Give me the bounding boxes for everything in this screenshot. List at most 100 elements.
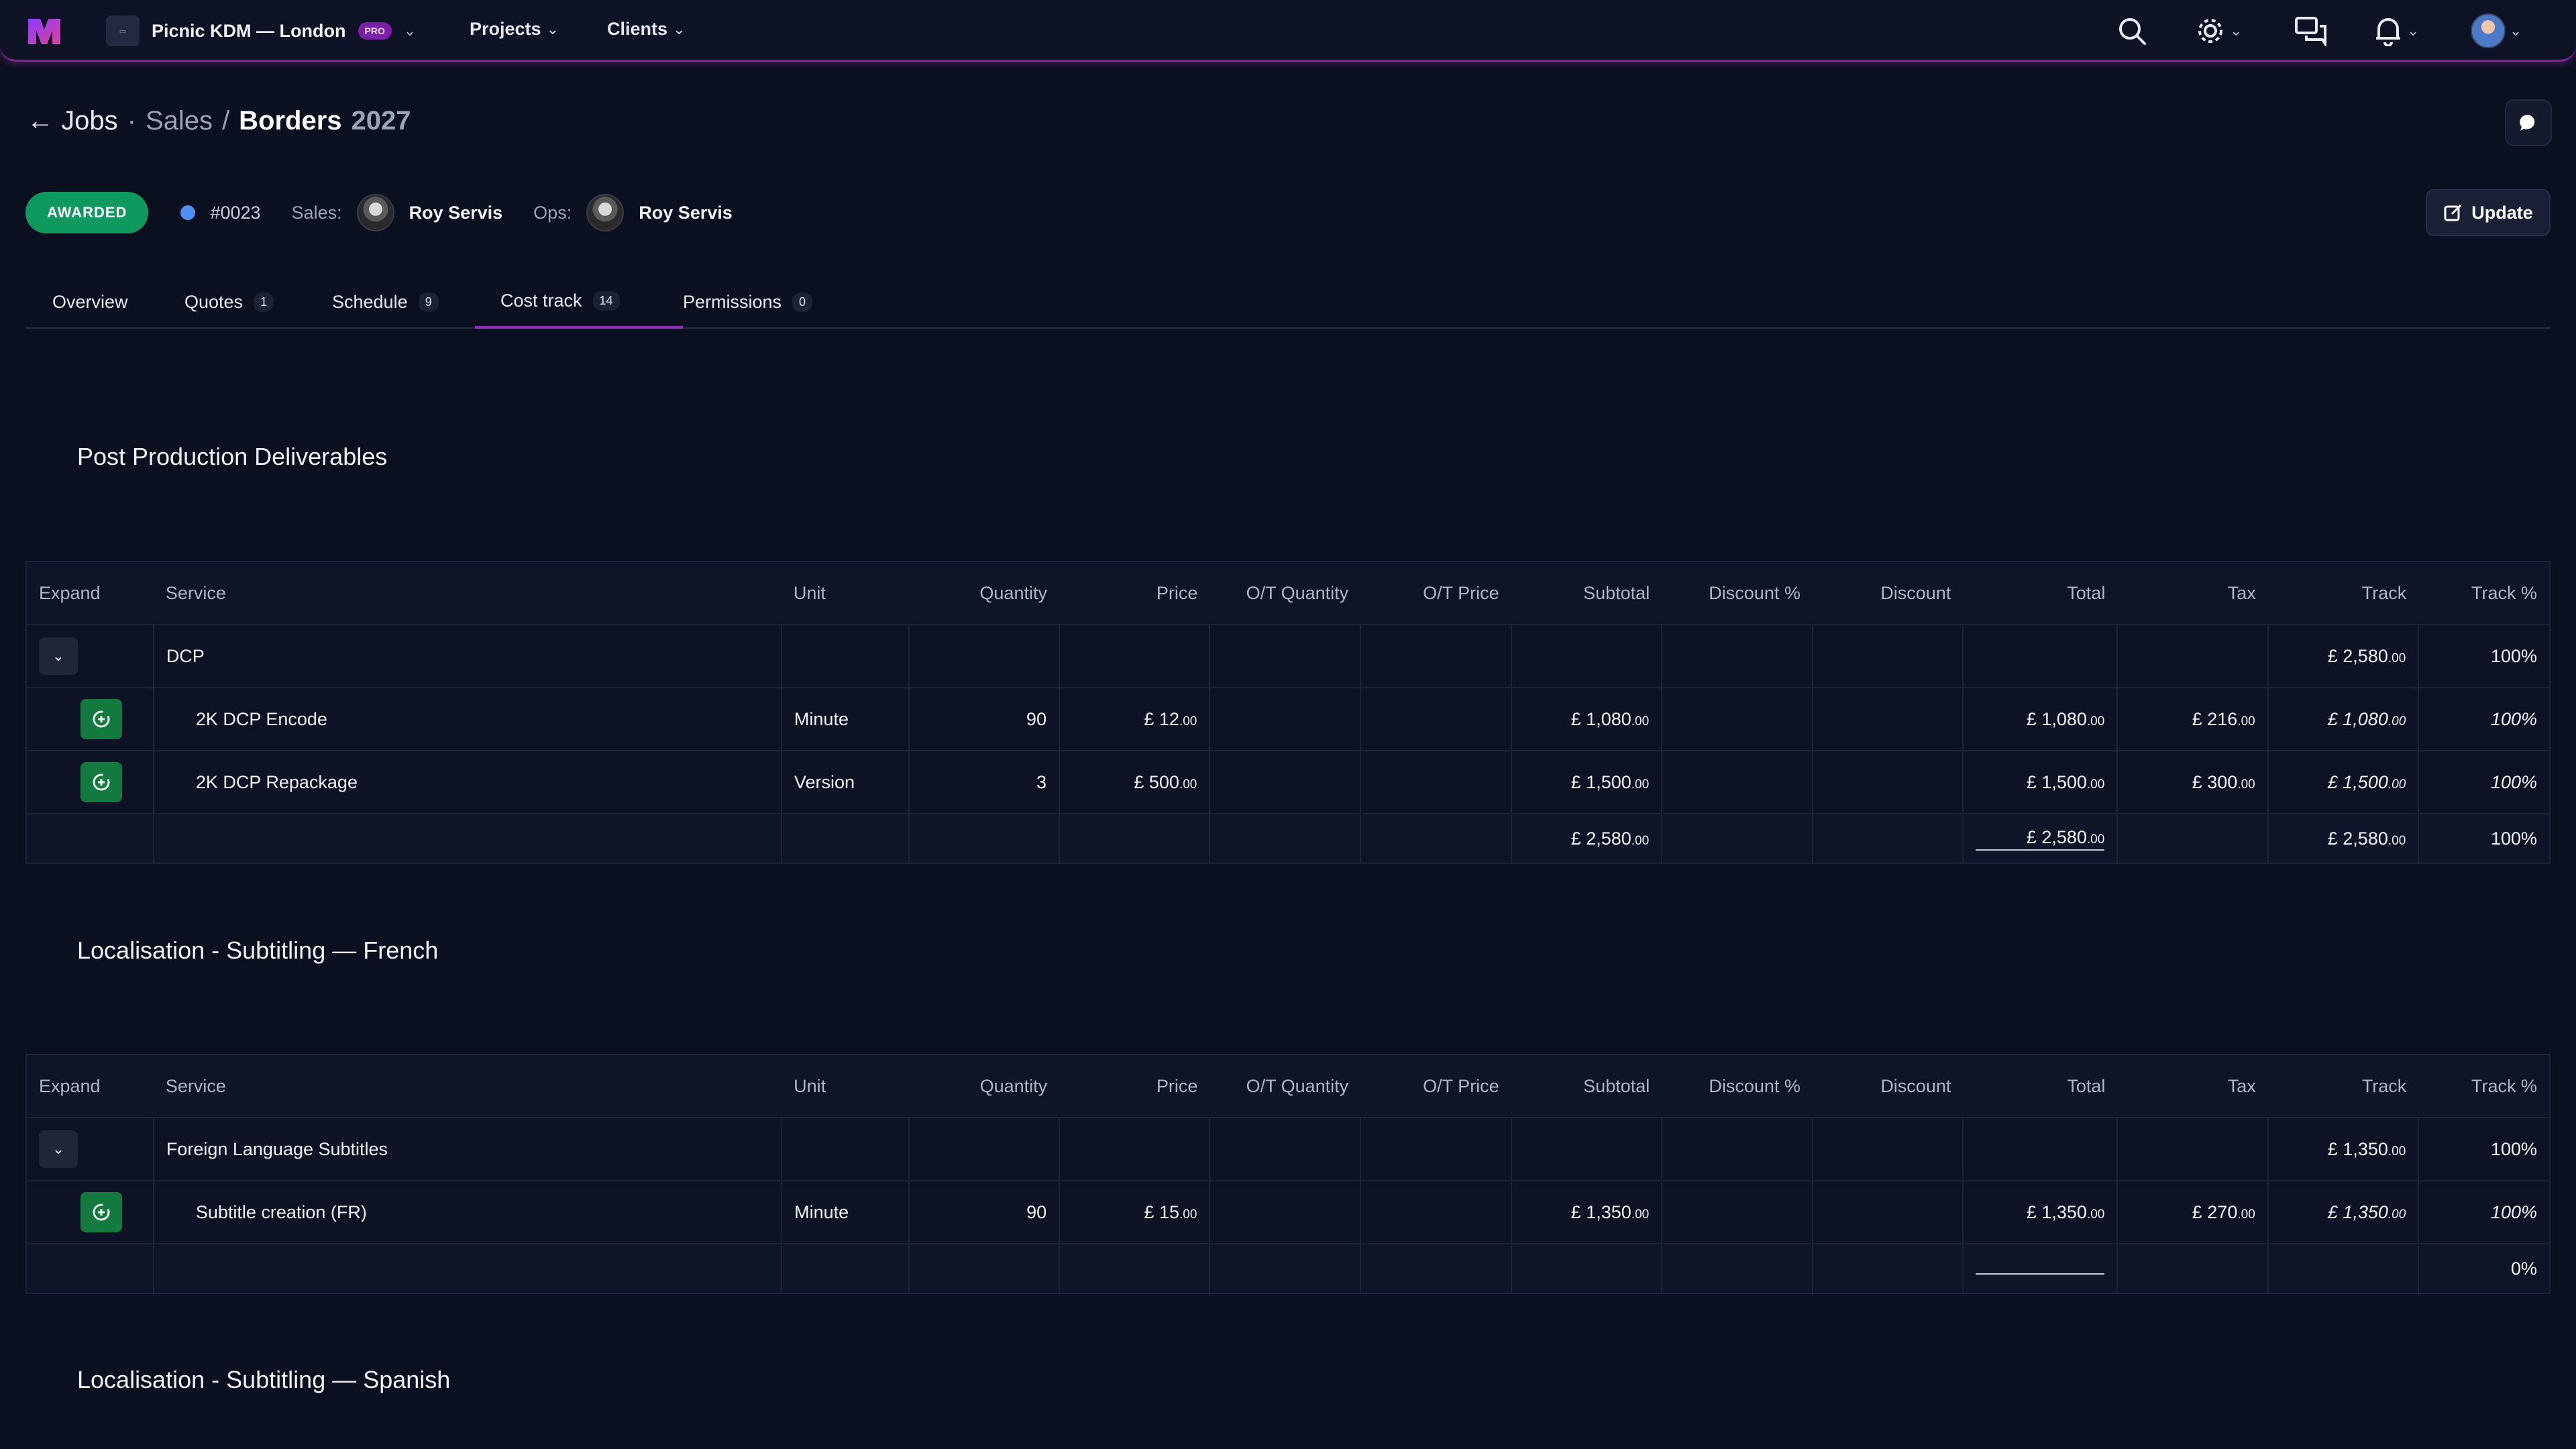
track-value: £ 1,080 (2327, 708, 2388, 729)
column-header[interactable]: Total (1963, 561, 2118, 625)
tax-cents: .00 (2237, 1207, 2255, 1222)
track-percent[interactable]: 100% (2418, 687, 2551, 751)
breadcrumb-separator: / (222, 106, 230, 136)
chevron-down-icon: ⌄ (2407, 22, 2420, 39)
group-name: Foreign Language Subtitles (152, 1117, 783, 1181)
expand-cell: ⌄ (25, 624, 154, 688)
column-header[interactable]: Subtotal (1511, 561, 1662, 625)
track-cell[interactable]: £ 1,350.00 (2267, 1180, 2420, 1244)
column-header[interactable]: Discount % (1662, 1055, 1813, 1118)
column-header[interactable]: Unit (781, 561, 909, 625)
quantity: 90 (908, 1180, 1061, 1244)
column-header[interactable]: Track (2267, 1055, 2419, 1118)
tab-label: Quotes (184, 291, 244, 312)
column-header[interactable]: Quantity (908, 1055, 1060, 1118)
column-header: Expand (26, 1055, 154, 1118)
track-cell[interactable]: £ 1,080.00 (2267, 687, 2420, 751)
table-header-row: Expand Service Unit Quantity Price O/T Q… (26, 1055, 2550, 1118)
breadcrumb: ← Jobs · Sales / Borders 2027 (27, 106, 411, 136)
column-header[interactable]: Tax (2117, 561, 2268, 625)
subtotal-cell: £ 1,080.00 (1510, 687, 1663, 751)
column-header[interactable]: Discount (1812, 561, 1964, 625)
chevron-down-icon[interactable]: ⌄ (39, 637, 78, 675)
column-header[interactable]: Track % (2418, 561, 2550, 625)
tab-cost-track[interactable]: Cost track 14 (475, 275, 683, 329)
chevron-down-icon: ⌄ (546, 20, 559, 38)
projects-menu-label: Projects (470, 19, 541, 39)
total: £ 1,080 (2026, 708, 2087, 729)
chevron-down-icon: ⌄ (2510, 22, 2522, 39)
bell-icon (2376, 18, 2400, 46)
job-tabs: Overview Quotes 1 Schedule 9 Cost track … (25, 275, 2551, 329)
section-title: Post Production Deliverables (77, 443, 388, 470)
column-header[interactable]: Discount (1812, 1055, 1964, 1118)
track-percent: 100% (2418, 624, 2551, 688)
column-header[interactable]: Total (1963, 1055, 2118, 1118)
price: £ 12 (1144, 708, 1179, 729)
comments-button[interactable] (2505, 99, 2552, 146)
track-cell[interactable]: £ 1,500.00 (2267, 750, 2420, 814)
section-title: Localisation - Subtitling — Spanish (77, 1366, 451, 1393)
group-name: DCP (152, 624, 782, 688)
column-header[interactable]: Price (1059, 561, 1210, 625)
tab-label: Cost track (500, 290, 582, 311)
price-cell: £ 15.00 (1059, 1180, 1211, 1244)
tab-quotes[interactable]: Quotes 1 (184, 275, 274, 329)
column-header[interactable]: Price (1059, 1055, 1210, 1118)
total-cents: .00 (2086, 777, 2105, 792)
settings-menu[interactable]: ⌄ (2195, 15, 2242, 47)
subtotal-cents: .00 (1631, 777, 1650, 792)
logo-icon[interactable] (25, 15, 63, 47)
track-percent[interactable]: 100% (2418, 1180, 2551, 1244)
column-header[interactable]: Track (2267, 561, 2419, 625)
service-name: 2K DCP Encode (152, 687, 782, 751)
user-menu[interactable]: ⌄ (2471, 13, 2522, 48)
column-header[interactable]: O/T Quantity (1210, 1055, 1361, 1118)
tax-cell: £ 300.00 (2116, 750, 2269, 814)
tab-schedule[interactable]: Schedule 9 (332, 275, 439, 329)
chevron-down-icon[interactable]: ⌄ (39, 1130, 78, 1168)
tab-permissions[interactable]: Permissions 0 (683, 275, 813, 329)
column-header[interactable]: Service (153, 561, 782, 625)
price-cell: £ 500.00 (1058, 750, 1211, 814)
track-action-cell (25, 750, 154, 814)
clients-menu[interactable]: Clients ⌄ (607, 19, 685, 40)
column-header[interactable]: O/T Quantity (1210, 561, 1361, 625)
track-add-button[interactable] (80, 699, 122, 739)
column-header[interactable]: Service (153, 1055, 782, 1118)
column-header[interactable]: Unit (782, 1055, 909, 1118)
column-header[interactable]: O/T Price (1360, 1055, 1511, 1118)
breadcrumb-sales[interactable]: Sales (146, 106, 213, 136)
pro-badge: PRO (358, 22, 392, 40)
column-header[interactable]: Discount % (1662, 561, 1813, 625)
service-name: 2K DCP Repackage (152, 750, 782, 814)
expand-cell: ⌄ (25, 1117, 154, 1181)
track-percent[interactable]: 100% (2418, 750, 2551, 814)
ops-person-name[interactable]: Roy Servis (639, 203, 733, 223)
messages-button[interactable] (2294, 15, 2328, 47)
column-header[interactable]: Track % (2418, 1055, 2550, 1118)
track-add-button[interactable] (80, 1192, 122, 1232)
cost-track-table: Expand Service Unit Quantity Price O/T Q… (25, 1054, 2551, 1294)
refresh-plus-icon (93, 1203, 110, 1221)
column-header[interactable]: Quantity (908, 561, 1059, 625)
tab-count: 0 (792, 292, 813, 312)
total-cents: .00 (2086, 1207, 2105, 1222)
clients-menu-label: Clients (607, 19, 668, 39)
search-button[interactable] (2116, 15, 2147, 47)
notifications-menu[interactable]: ⌄ (2373, 15, 2419, 47)
column-header[interactable]: Subtotal (1511, 1055, 1662, 1118)
projects-menu[interactable]: Projects ⌄ (470, 19, 559, 40)
organisation-switcher[interactable]: ▭ Picnic KDM — London PRO ⌄ (106, 15, 416, 47)
column-header[interactable]: O/T Price (1360, 561, 1511, 625)
organisation-thumbnail: ▭ (106, 15, 140, 46)
top-navigation-bar: ▭ Picnic KDM — London PRO ⌄ Projects ⌄ C… (0, 0, 2576, 62)
update-button[interactable]: Update (2426, 189, 2551, 236)
track-add-button[interactable] (80, 762, 122, 802)
sales-person-name[interactable]: Roy Servis (409, 203, 503, 223)
edit-icon (2444, 204, 2462, 221)
tab-overview[interactable]: Overview (52, 275, 128, 329)
back-to-jobs-link[interactable]: ← Jobs (27, 106, 118, 136)
track-cell: £ 1,350.00 (2267, 1117, 2420, 1181)
column-header[interactable]: Tax (2117, 1055, 2268, 1118)
